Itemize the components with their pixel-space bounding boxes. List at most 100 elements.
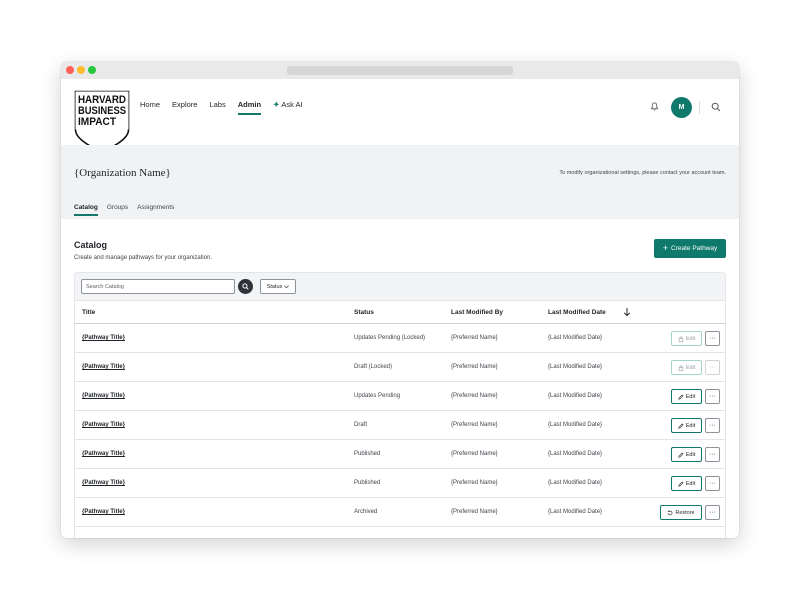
search-icon[interactable] bbox=[711, 102, 721, 112]
pathway-title-link[interactable]: {Pathway Title} bbox=[82, 393, 125, 399]
table-header: Title Status Last Modified By Last Modif… bbox=[75, 301, 725, 324]
table-row: {Pathway Title} Updates Pending {Preferred… bbox=[75, 382, 725, 411]
table-row: {Pathway Title} Published {Preferred Name}… bbox=[75, 440, 725, 469]
tab-groups[interactable]: Groups bbox=[107, 204, 128, 216]
page-title: Catalog bbox=[74, 240, 108, 250]
more-options-button[interactable]: ··· bbox=[705, 505, 720, 520]
edit-button[interactable]: Edit bbox=[671, 476, 702, 491]
nav-labs[interactable]: Labs bbox=[209, 100, 225, 115]
pathway-title-link[interactable]: {Pathway Title} bbox=[82, 480, 125, 486]
table-row: {Pathway Title} Updates Pending (Locked) {… bbox=[75, 324, 725, 353]
table-row: {Pathway Title} Archived {Preferred Name} {… bbox=[75, 498, 725, 527]
restore-icon bbox=[667, 509, 673, 516]
modified-date-cell: {Last Modified Date} bbox=[548, 509, 603, 515]
search-button[interactable] bbox=[238, 279, 253, 294]
window-titlebar bbox=[61, 62, 739, 79]
pathway-title-link[interactable]: {Pathway Title} bbox=[82, 364, 125, 370]
nav-home[interactable]: Home bbox=[140, 100, 160, 115]
modified-by-cell: {Preferred Name} bbox=[451, 393, 498, 399]
modified-date-cell: {Last Modified Date} bbox=[548, 335, 603, 341]
close-window-button[interactable] bbox=[66, 66, 74, 74]
status-cell: Updates Pending (Locked) bbox=[354, 335, 426, 341]
action-label: Edit bbox=[685, 335, 696, 342]
edit-button[interactable]: Edit bbox=[671, 389, 702, 404]
page-subtitle: Create and manage pathways for your orga… bbox=[74, 255, 213, 261]
sort-arrow-down-icon[interactable] bbox=[623, 307, 631, 317]
action-label: Edit bbox=[685, 393, 696, 400]
organization-settings-note: To modify organizational settings, pleas… bbox=[559, 170, 726, 176]
column-status[interactable]: Status bbox=[354, 309, 374, 316]
nav-ask-ai-label: Ask AI bbox=[281, 100, 303, 109]
pencil-icon bbox=[678, 480, 684, 487]
more-options-button[interactable]: ··· bbox=[705, 331, 720, 346]
divider bbox=[699, 101, 700, 114]
lock-icon bbox=[678, 335, 684, 342]
modified-by-cell: {Preferred Name} bbox=[451, 451, 498, 457]
more-options-button[interactable]: ··· bbox=[705, 418, 720, 433]
create-pathway-button[interactable]: + Create Pathway bbox=[654, 239, 726, 258]
more-options-button[interactable]: ··· bbox=[705, 360, 720, 375]
avatar[interactable]: M bbox=[671, 97, 692, 118]
edit-button[interactable]: Edit bbox=[671, 331, 702, 346]
action-label: Edit bbox=[685, 364, 696, 371]
modified-by-cell: {Preferred Name} bbox=[451, 422, 498, 428]
nav-explore[interactable]: Explore bbox=[172, 100, 197, 115]
edit-button[interactable]: Edit bbox=[671, 447, 702, 462]
chevron-down-icon bbox=[284, 285, 290, 288]
status-cell: Draft (Locked) bbox=[354, 364, 393, 370]
action-label: Restore bbox=[675, 509, 695, 516]
pathway-title-link[interactable]: {Pathway Title} bbox=[82, 422, 125, 428]
logo-line-3: IMPACT bbox=[78, 116, 116, 128]
modified-date-cell: {Last Modified Date} bbox=[548, 364, 603, 370]
status-filter-dropdown[interactable]: Status bbox=[260, 279, 296, 294]
catalog-content: Catalog Create and manage pathways for y… bbox=[61, 219, 739, 538]
bell-icon[interactable] bbox=[650, 102, 659, 111]
filter-bar: Status bbox=[75, 273, 725, 301]
table-row: {Pathway Title} Published {Preferred Name}… bbox=[75, 469, 725, 498]
top-navigation: HARVARD BUSINESS IMPACT Home Explore Lab… bbox=[61, 79, 739, 153]
pathway-title-link[interactable]: {Pathway Title} bbox=[82, 451, 125, 457]
more-options-button[interactable]: ··· bbox=[705, 476, 720, 491]
tab-catalog[interactable]: Catalog bbox=[74, 204, 98, 216]
more-options-button[interactable]: ··· bbox=[705, 389, 720, 404]
minimize-window-button[interactable] bbox=[77, 66, 85, 74]
organization-header: {Organization Name} To modify organizati… bbox=[61, 145, 739, 219]
column-title[interactable]: Title bbox=[82, 309, 95, 316]
address-bar[interactable] bbox=[287, 66, 513, 75]
maximize-window-button[interactable] bbox=[88, 66, 96, 74]
organization-name: {Organization Name} bbox=[74, 167, 171, 179]
restore-button[interactable]: Restore bbox=[660, 505, 702, 520]
table-row: {Pathway Title} Draft {Preferred Name} {Las… bbox=[75, 411, 725, 440]
modified-date-cell: {Last Modified Date} bbox=[548, 422, 603, 428]
nav-admin[interactable]: Admin bbox=[237, 100, 262, 115]
pencil-icon bbox=[678, 393, 684, 400]
action-label: Edit bbox=[685, 451, 696, 458]
main-nav: Home Explore Labs Admin ✦ Ask AI bbox=[140, 100, 315, 115]
tab-assignments[interactable]: Assignments bbox=[137, 204, 174, 216]
action-label: Edit bbox=[685, 422, 696, 429]
nav-ask-ai[interactable]: ✦ Ask AI bbox=[273, 100, 303, 115]
edit-button[interactable]: Edit bbox=[671, 360, 702, 375]
sparkle-icon: ✦ bbox=[273, 100, 280, 109]
action-label: Edit bbox=[685, 480, 696, 487]
status-cell: Draft bbox=[354, 422, 368, 428]
modified-date-cell: {Last Modified Date} bbox=[548, 480, 603, 486]
modified-by-cell: {Preferred Name} bbox=[451, 364, 498, 370]
pathway-title-link[interactable]: {Pathway Title} bbox=[82, 335, 125, 341]
catalog-table: Status Title Status Last Modified By Las… bbox=[74, 272, 726, 538]
column-last-modified-by[interactable]: Last Modified By bbox=[451, 309, 503, 316]
more-options-button[interactable]: ··· bbox=[705, 447, 720, 462]
column-last-modified-date[interactable]: Last Modified Date bbox=[548, 309, 606, 316]
plus-icon: + bbox=[662, 243, 668, 253]
status-cell: Published bbox=[354, 480, 381, 486]
status-cell: Published bbox=[354, 451, 381, 457]
table-body: {Pathway Title} Updates Pending (Locked) {… bbox=[75, 324, 725, 527]
create-pathway-label: Create Pathway bbox=[671, 245, 718, 252]
admin-tabs: Catalog Groups Assignments bbox=[74, 204, 183, 216]
status-cell: Updates Pending bbox=[354, 393, 401, 399]
search-input[interactable] bbox=[81, 279, 235, 294]
browser-window: HARVARD BUSINESS IMPACT Home Explore Lab… bbox=[61, 62, 739, 538]
pathway-title-link[interactable]: {Pathway Title} bbox=[82, 509, 125, 515]
search-icon bbox=[242, 283, 249, 290]
edit-button[interactable]: Edit bbox=[671, 418, 702, 433]
